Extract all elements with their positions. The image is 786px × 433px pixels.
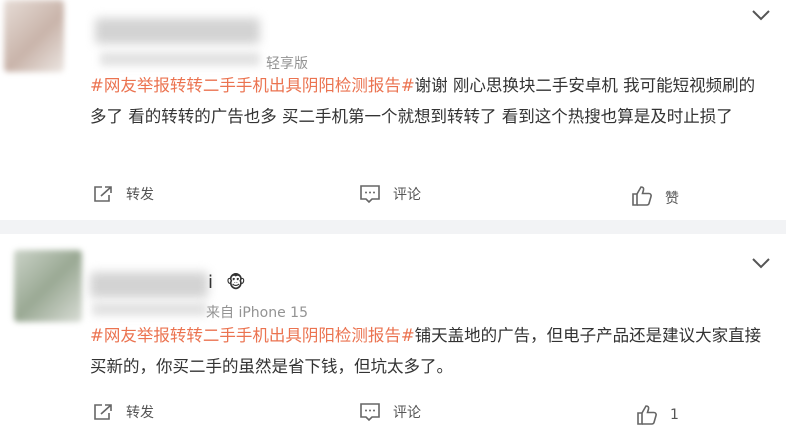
username-blurred[interactable] <box>90 272 208 298</box>
like-button[interactable]: 1 <box>636 404 679 426</box>
comment-text: #网友举报转转二手手机出具阴阳检测报告#铺天盖地的广告，但电子产品还是建议大家直… <box>90 320 762 382</box>
repost-label: 转发 <box>126 405 154 421</box>
topic-link[interactable]: #网友举报转转二手手机出具阴阳检测报告# <box>90 76 415 95</box>
repost-label: 转发 <box>126 187 154 203</box>
thumbs-up-icon <box>632 186 652 206</box>
avatar[interactable] <box>14 250 82 322</box>
repost-button[interactable]: 转发 <box>92 184 154 204</box>
chevron-down-icon[interactable] <box>750 8 772 22</box>
comment-icon <box>360 185 380 204</box>
chevron-down-icon[interactable] <box>750 256 772 270</box>
comment-card: 轻享版 #网友举报转转二手手机出具阴阳检测报告#谢谢 刚心思换块二手安卓机 我可… <box>0 0 786 220</box>
avatar[interactable] <box>4 0 64 72</box>
topic-link[interactable]: #网友举报转转二手手机出具阴阳检测报告# <box>90 326 415 345</box>
like-button[interactable]: 赞 <box>631 184 679 208</box>
repost-icon <box>94 186 112 202</box>
comment-button[interactable]: 评论 <box>359 184 421 204</box>
vip-badge-icon: 🐵 <box>226 273 246 293</box>
comment-button[interactable]: 评论 <box>359 402 421 422</box>
comment-icon <box>360 403 380 422</box>
like-label: 赞 <box>665 191 679 207</box>
separator <box>0 220 786 234</box>
post-source: 来自 iPhone 15 <box>206 305 308 321</box>
comment-label: 评论 <box>393 405 421 421</box>
username-blurred[interactable] <box>95 18 260 44</box>
timestamp-blurred <box>92 302 207 316</box>
thumbs-up-icon <box>637 405 657 425</box>
timestamp-blurred <box>100 52 260 66</box>
repost-icon <box>94 404 112 420</box>
repost-button[interactable]: 转发 <box>92 402 154 422</box>
comment-label: 评论 <box>393 187 421 203</box>
username-tail[interactable]: i <box>208 272 213 293</box>
comment-card: i 🐵 来自 iPhone 15 #网友举报转转二手手机出具阴阳检测报告#铺天盖… <box>0 234 786 433</box>
comment-text: #网友举报转转二手手机出具阴阳检测报告#谢谢 刚心思换块二手安卓机 我可能短视频… <box>90 70 762 132</box>
like-count: 1 <box>670 407 679 423</box>
